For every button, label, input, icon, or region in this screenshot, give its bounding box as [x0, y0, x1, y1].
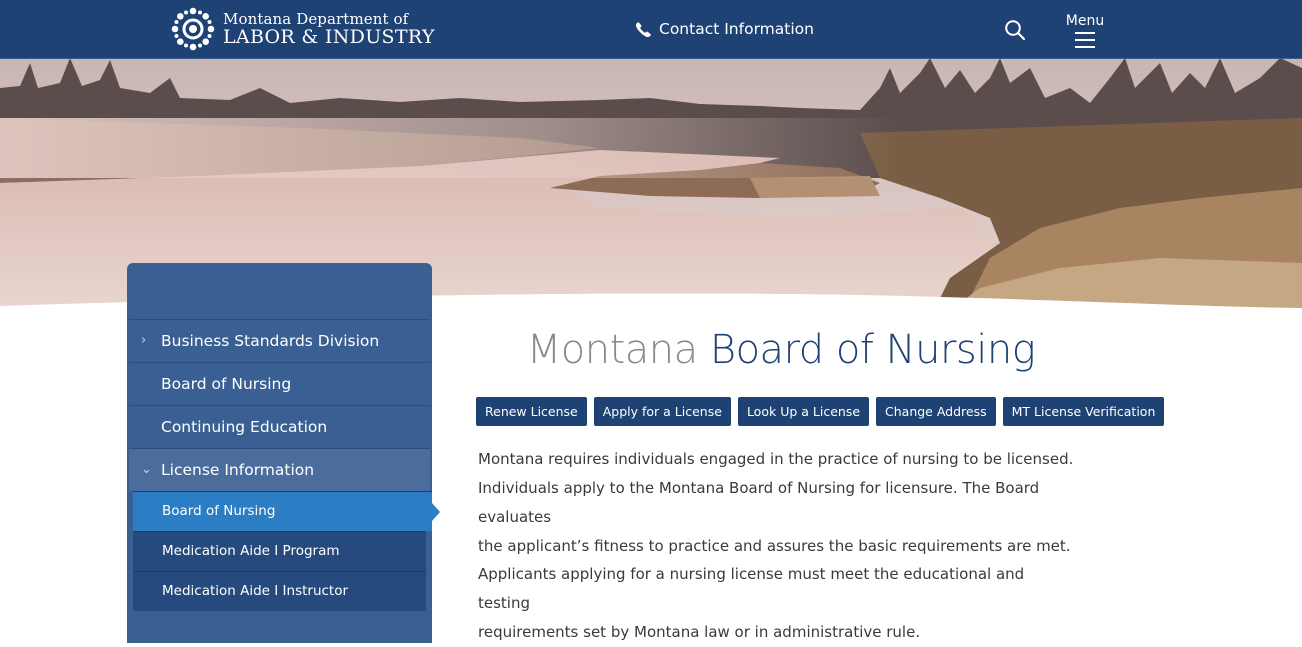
sidebar-item-label: Business Standards Division: [161, 332, 380, 350]
intro-line: Montana requires individuals engaged in …: [478, 450, 1074, 468]
sidebar-nav: › Business Standards Division Board of N…: [127, 263, 440, 643]
sidebar-item-label: Continuing Education: [161, 418, 328, 436]
site-header: Montana Department of LABOR & INDUSTRY C…: [0, 0, 1302, 59]
contact-information-link[interactable]: Contact Information: [636, 20, 814, 38]
requirements-line: requirements set by Montana law or in ad…: [478, 623, 921, 641]
logo-line2: LABOR & INDUSTRY: [223, 25, 435, 48]
sidebar-header: [127, 263, 432, 319]
sidebar-item-business-standards-division[interactable]: › Business Standards Division: [129, 319, 430, 362]
contact-label: Contact Information: [659, 20, 814, 38]
sidebar-subitem-medication-aide-i-program[interactable]: Medication Aide I Program: [133, 531, 426, 571]
sidebar-subitem-medication-aide-i-instructor[interactable]: Medication Aide I Instructor: [133, 571, 426, 611]
menu-label: Menu: [1065, 13, 1105, 29]
menu-button[interactable]: Menu: [1063, 14, 1107, 53]
mt-license-verification-button[interactable]: MT License Verification: [1002, 397, 1165, 426]
change-address-button[interactable]: Change Address: [876, 397, 996, 426]
page-title-part1: Montana: [526, 327, 698, 373]
active-indicator-arrow: [432, 503, 440, 521]
renew-license-button[interactable]: Renew License: [476, 397, 587, 426]
logo-line1: Montana Department of: [223, 9, 409, 28]
look-up-license-button[interactable]: Look Up a License: [737, 397, 870, 426]
sidebar-subitem-board-of-nursing[interactable]: Board of Nursing: [133, 491, 440, 531]
search-icon[interactable]: [1004, 19, 1026, 41]
page-title: Montana Board of Nursing: [436, 327, 1126, 373]
sidebar-item-label: Board of Nursing: [161, 375, 292, 393]
home-logo-link[interactable]: Montana Department of LABOR & INDUSTRY: [171, 7, 435, 51]
chevron-right-icon: ›: [141, 333, 147, 348]
hamburger-icon: [1075, 32, 1095, 48]
apply-for-license-button[interactable]: Apply for a License: [593, 397, 731, 426]
sidebar-item-board-of-nursing[interactable]: Board of Nursing: [129, 362, 430, 405]
phone-icon: [636, 21, 651, 37]
sidebar-item-label: License Information: [161, 461, 315, 479]
sidebar-item-continuing-education[interactable]: Continuing Education: [129, 405, 430, 448]
sidebar-subitem-label: Medication Aide I Instructor: [162, 583, 349, 599]
intro-line: Individuals apply to the Montana Board o…: [478, 479, 1040, 526]
chevron-down-icon: ⌄: [141, 462, 152, 477]
montana-dli-seal-icon: [171, 7, 215, 51]
sidebar-item-license-information[interactable]: ⌄ License Information: [129, 448, 430, 491]
intro-line: the applicant’s fitness to practice and …: [478, 537, 1071, 555]
page-title-part2: Board of Nursing: [709, 327, 1036, 373]
sidebar-subitem-label: Medication Aide I Program: [162, 543, 340, 559]
quick-action-buttons: Renew License Apply for a License Look U…: [476, 397, 1171, 426]
requirements-line: Applicants applying for a nursing licens…: [478, 565, 1025, 612]
requirements-paragraph: Applicants applying for a nursing licens…: [478, 560, 1078, 647]
sidebar-subitem-label: Board of Nursing: [162, 503, 276, 519]
intro-paragraph: Montana requires individuals engaged in …: [478, 445, 1078, 561]
